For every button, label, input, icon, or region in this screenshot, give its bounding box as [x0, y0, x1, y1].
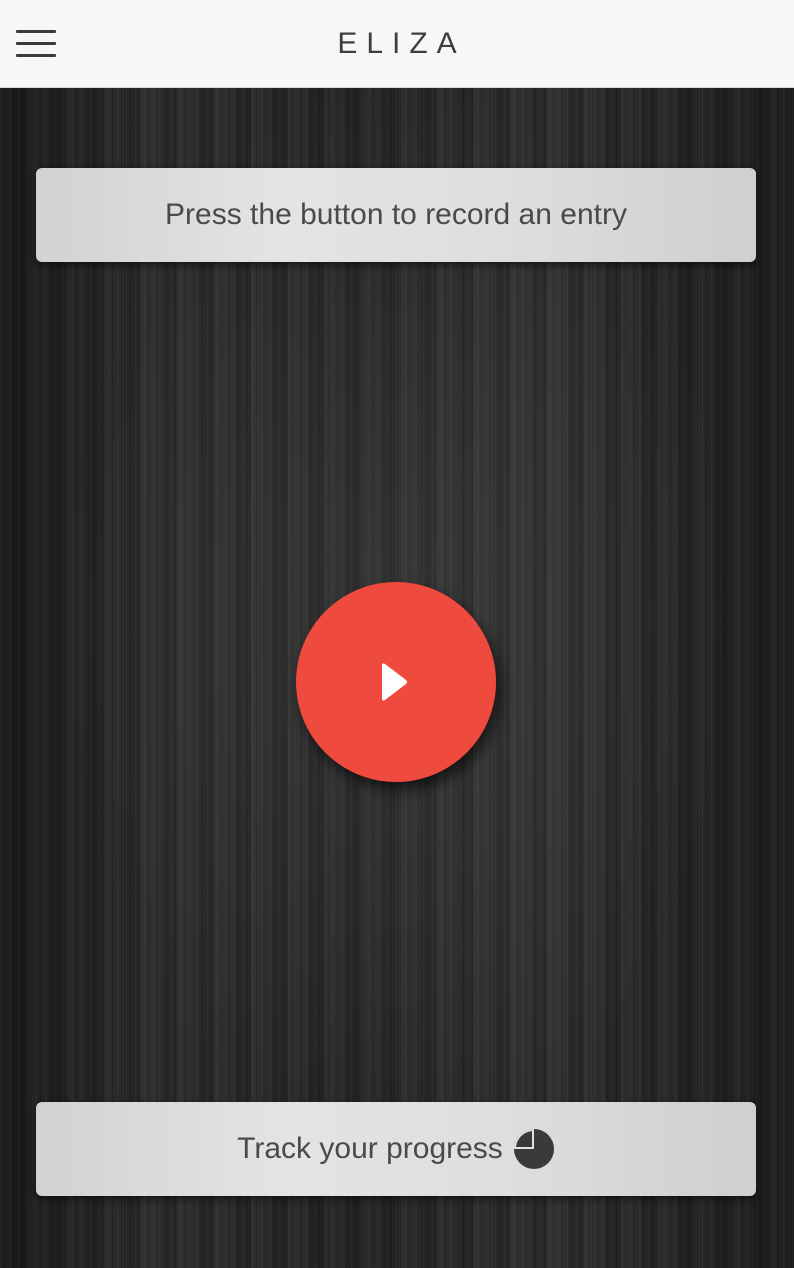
top-app-bar: ELIZA [0, 0, 794, 88]
instruction-banner: Press the button to record an entry [36, 168, 756, 262]
play-icon [382, 663, 407, 701]
track-progress-button[interactable]: Track your progress [36, 1102, 756, 1196]
app-title: ELIZA [337, 27, 466, 60]
track-progress-label: Track your progress [237, 1132, 503, 1165]
instruction-text: Press the button to record an entry [165, 198, 627, 231]
record-button[interactable] [296, 582, 496, 782]
pie-chart-icon [513, 1129, 554, 1169]
